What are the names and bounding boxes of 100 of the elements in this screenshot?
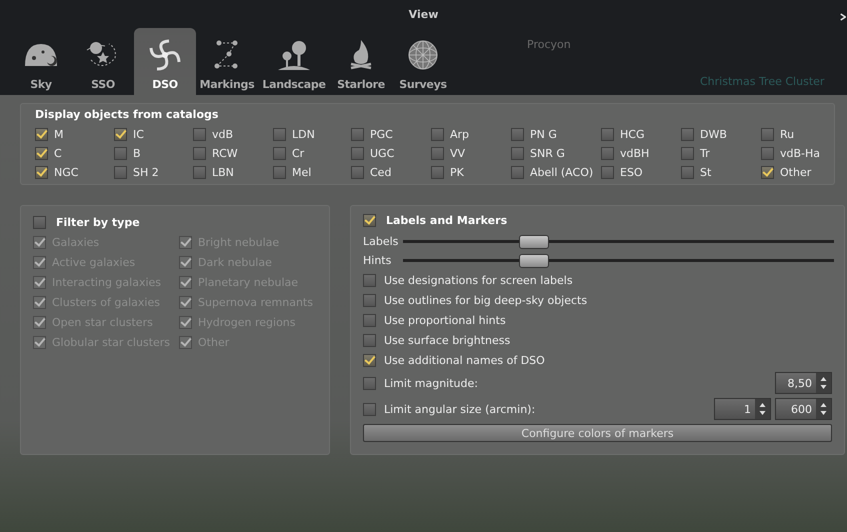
slider-label: Hints [363, 254, 392, 267]
checkbox-label: ESO [620, 166, 643, 178]
checkbox[interactable] [363, 376, 376, 390]
sky-object-label: Procyon [527, 38, 571, 51]
checkbox[interactable] [179, 316, 192, 328]
checkbox-label: RCW [212, 146, 238, 160]
checkbox[interactable] [681, 146, 694, 160]
checkbox[interactable] [431, 146, 444, 160]
section-heading: Display objects from catalogs [35, 108, 218, 121]
checkbox-label: VV [450, 146, 466, 160]
tab[interactable]: Landscape [258, 28, 330, 95]
checkbox[interactable] [114, 128, 127, 140]
checkbox-label: Arp [450, 128, 470, 140]
checkbox[interactable] [193, 166, 206, 178]
checkbox-label: Ced [370, 166, 392, 178]
checkbox[interactable] [179, 336, 192, 348]
checkbox-label: Limit angular size (arcmin): [384, 402, 536, 416]
checkbox-label: Use outlines for big deep-sky objects [384, 294, 588, 306]
checkbox-label: Use additional names of DSO [384, 354, 545, 366]
tab[interactable]: SSO [72, 28, 134, 95]
checkbox[interactable] [681, 166, 694, 178]
tab[interactable]: DSO [134, 28, 196, 95]
slider-handle[interactable] [518, 254, 549, 268]
checkbox[interactable] [511, 128, 524, 140]
checkbox[interactable] [273, 166, 286, 178]
checkbox-label: HCG [620, 128, 644, 140]
checkbox-label: PGC [370, 128, 393, 140]
checkbox[interactable] [363, 354, 376, 366]
checkbox[interactable] [363, 402, 376, 416]
slider-label: Labels [363, 235, 399, 248]
checkbox[interactable] [681, 128, 694, 140]
checkbox-label: NGC [54, 166, 78, 178]
checkbox-label: C [54, 146, 62, 160]
checkbox[interactable] [351, 146, 364, 160]
checkbox-label: LBN [212, 166, 234, 178]
checkbox[interactable] [363, 294, 376, 306]
checkbox[interactable] [431, 166, 444, 178]
checkbox[interactable] [33, 296, 46, 308]
checkbox[interactable] [431, 128, 444, 140]
up-down-arrows-icon[interactable] [755, 399, 770, 419]
spin-box[interactable]: 1 [714, 398, 771, 420]
checkbox[interactable] [273, 146, 286, 160]
tab[interactable]: Sky [10, 28, 72, 95]
checkbox[interactable] [179, 296, 192, 308]
checkbox[interactable] [33, 276, 46, 288]
checkbox[interactable] [35, 128, 48, 140]
section-heading: Filter by type [56, 216, 140, 228]
up-down-arrows-icon[interactable] [816, 373, 831, 393]
checkbox[interactable] [363, 334, 376, 346]
up-down-arrows-icon[interactable] [816, 399, 831, 419]
checkbox[interactable] [511, 146, 524, 160]
checkbox[interactable] [33, 236, 46, 248]
checkbox-label: vdBH [620, 146, 650, 160]
checkbox-label: Use proportional hints [384, 314, 506, 326]
spin-box[interactable]: 8,50 [775, 372, 832, 394]
checkbox[interactable] [179, 236, 192, 248]
tab[interactable]: Starlore [330, 28, 392, 95]
checkbox[interactable] [601, 166, 614, 178]
tab[interactable]: Surveys [392, 28, 454, 95]
checkbox[interactable] [363, 214, 376, 226]
checkbox[interactable] [179, 276, 192, 288]
checkbox[interactable] [193, 146, 206, 160]
checkbox[interactable] [363, 274, 376, 286]
checkbox[interactable] [114, 146, 127, 160]
checkbox[interactable] [363, 314, 376, 326]
checkbox-label: Mel [292, 166, 312, 178]
checkbox[interactable] [601, 146, 614, 160]
checkbox[interactable] [351, 128, 364, 140]
tab[interactable]: Markings [196, 28, 258, 95]
checkbox[interactable] [761, 166, 774, 178]
checkbox[interactable] [33, 216, 46, 228]
checkbox-label: PN G [530, 128, 557, 140]
checkbox-label: Other [780, 166, 812, 178]
checkbox[interactable] [33, 336, 46, 348]
checkbox-label: Abell (ACO) [530, 166, 594, 178]
checkbox[interactable] [179, 256, 192, 268]
slider-handle[interactable] [518, 234, 549, 248]
checkbox[interactable] [114, 166, 127, 178]
checkbox-label: St [700, 166, 712, 178]
checkbox[interactable] [601, 128, 614, 140]
checkbox-label: Tr [700, 146, 710, 160]
checkbox[interactable] [193, 128, 206, 140]
checkbox[interactable] [511, 166, 524, 178]
checkbox[interactable] [35, 166, 48, 178]
checkbox-label: Cr [292, 146, 304, 160]
checkbox[interactable] [33, 256, 46, 268]
window-title: View [408, 8, 438, 20]
checkbox[interactable] [351, 166, 364, 178]
checkbox[interactable] [273, 128, 286, 140]
checkbox[interactable] [761, 128, 774, 140]
checkbox[interactable] [761, 146, 774, 160]
close-icon[interactable] [840, 12, 846, 22]
checkbox-label: M [54, 128, 64, 140]
checkbox-label: DWB [700, 128, 727, 140]
checkbox[interactable] [33, 316, 46, 328]
checkbox-label: vdB-Ha [780, 146, 820, 160]
checkbox-label: Limit magnitude: [384, 376, 478, 390]
checkbox[interactable] [35, 146, 48, 160]
section-heading: Labels and Markers [386, 214, 508, 226]
spin-box[interactable]: 600 [775, 398, 832, 420]
